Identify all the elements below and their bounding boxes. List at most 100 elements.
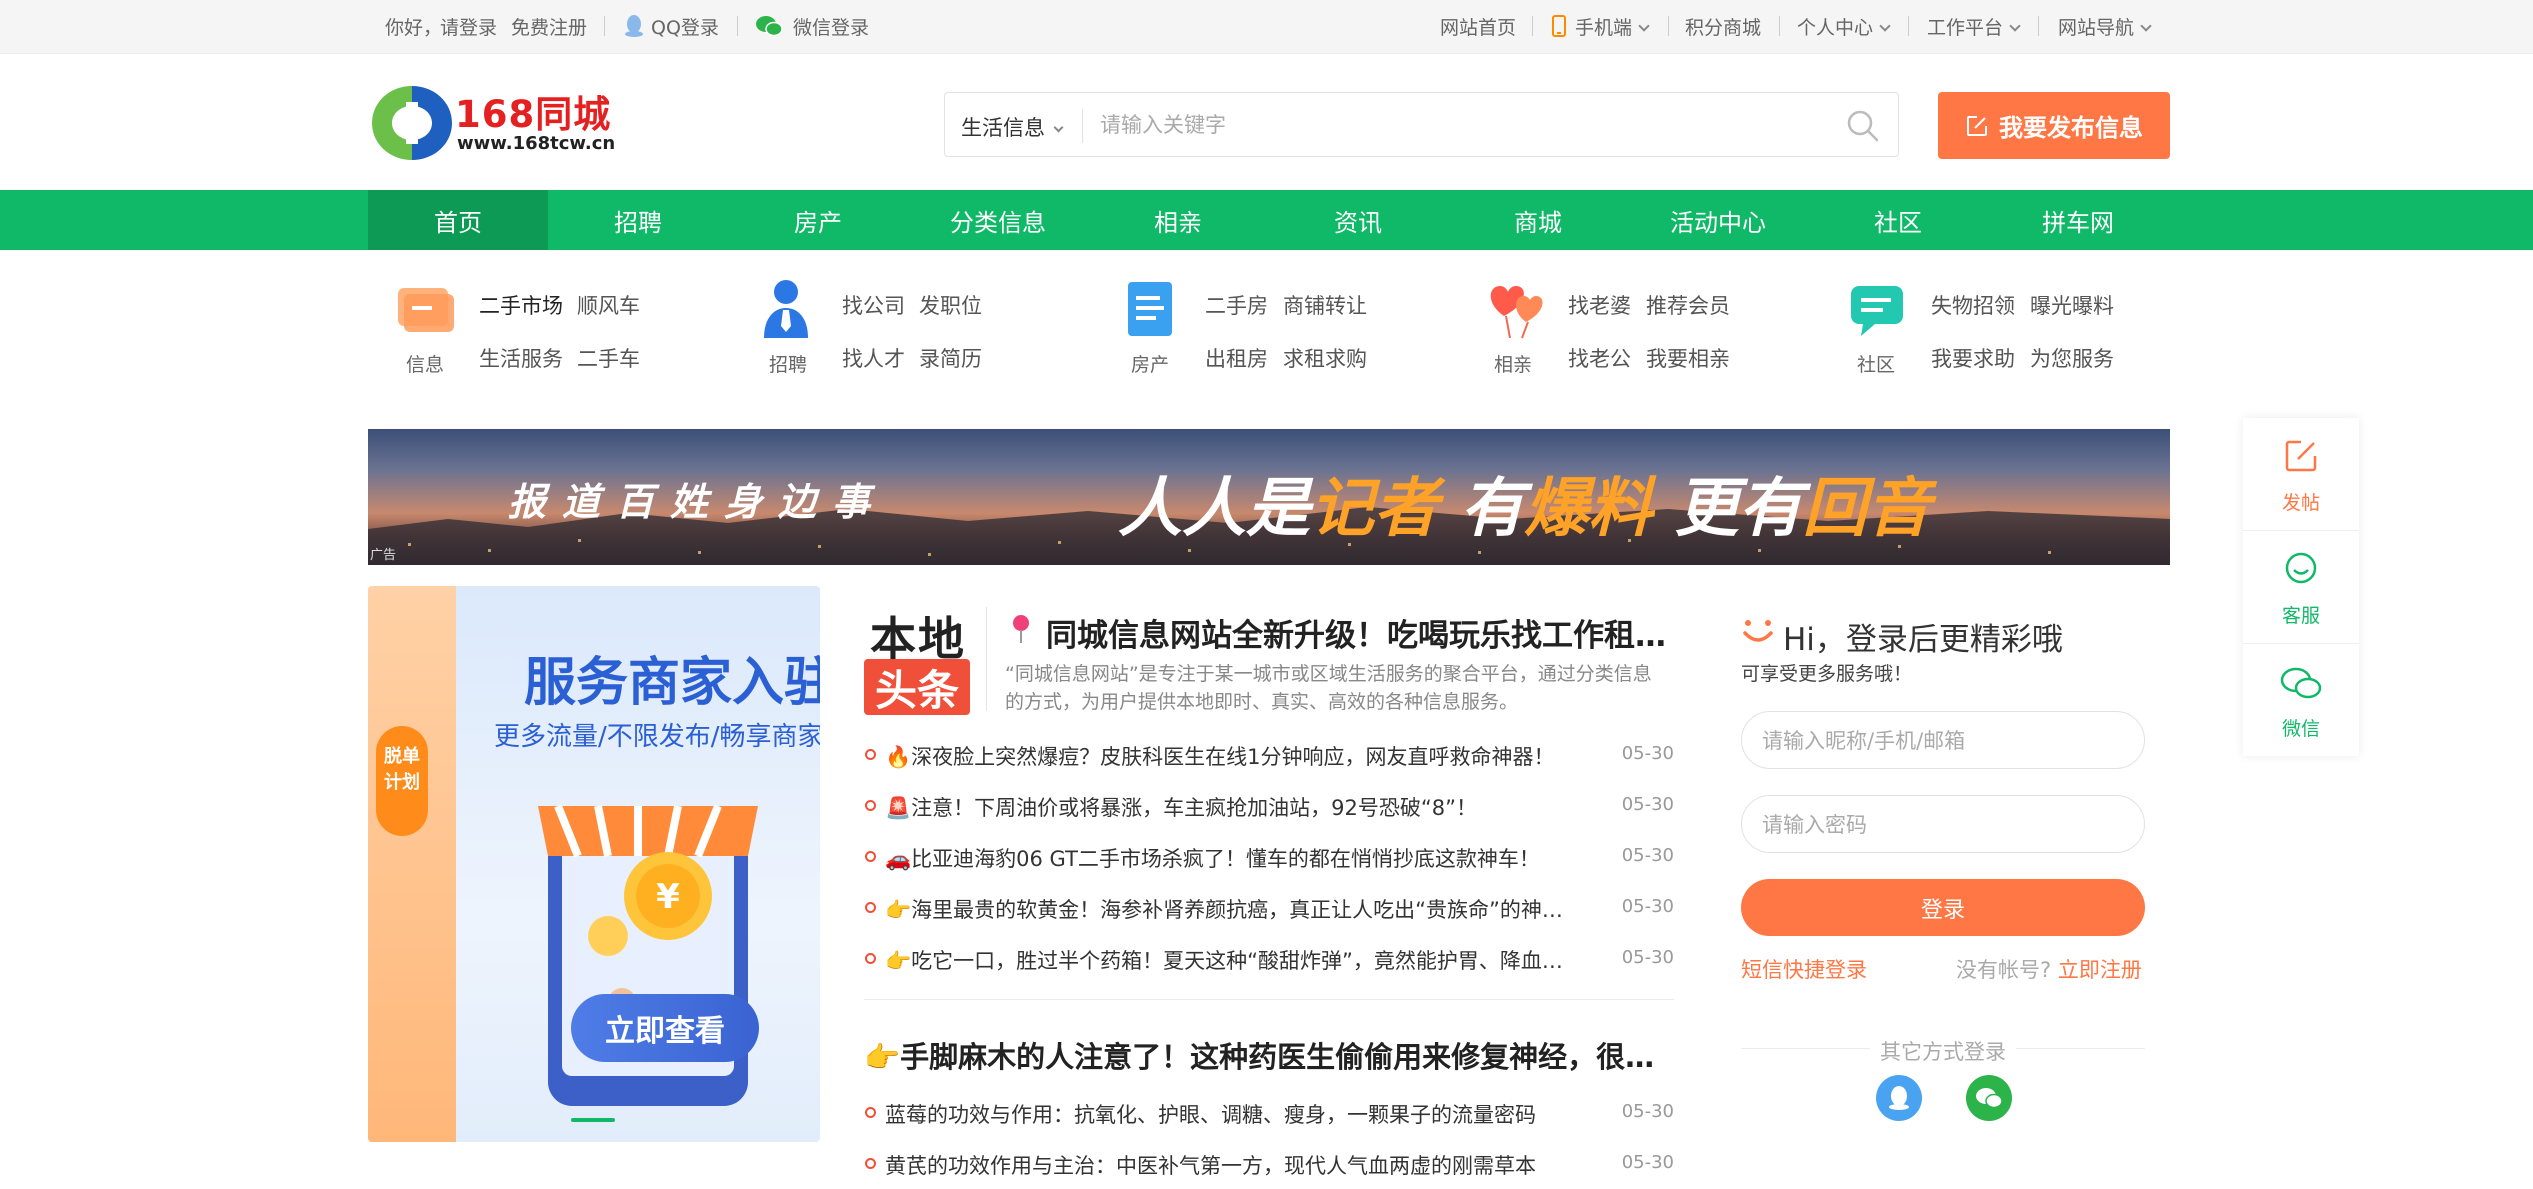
document-icon[interactable] — [1122, 280, 1178, 340]
wechat-login-link[interactable]: 微信登录 — [793, 13, 869, 40]
news-item[interactable]: 🚗比亚迪海豹06 GT二手市场杀疯了！懂车的都在悄悄抄底这款神车！ 05-30 — [864, 843, 1674, 873]
nav-item-jobs[interactable]: 招聘 — [548, 190, 728, 250]
quick-link[interactable]: 曝光曝料 — [2030, 290, 2114, 320]
promo-cta-button[interactable]: 立即查看 — [571, 994, 759, 1062]
info-icon[interactable] — [396, 282, 456, 336]
nav-item-home[interactable]: 首页 — [368, 190, 548, 250]
quick-link[interactable]: 发职位 — [919, 290, 982, 320]
quick-link[interactable]: 为您服务 — [2030, 343, 2114, 373]
quick-link[interactable]: 我要相亲 — [1646, 343, 1730, 373]
shop-phone-illustration: ¥ — [538, 804, 758, 1106]
qq-login-link[interactable]: QQ登录 — [651, 13, 719, 40]
quick-link[interactable]: 二手市场 — [479, 290, 563, 320]
points-mall-link[interactable]: 积分商城 — [1685, 13, 1761, 40]
qq-login-button[interactable] — [1876, 1075, 1922, 1121]
personal-center-menu[interactable]: 个人中心 — [1797, 13, 1891, 40]
nav-item-dating[interactable]: 相亲 — [1088, 190, 1268, 250]
bullet-icon — [865, 1158, 876, 1169]
chevron-down-icon — [1053, 122, 1064, 133]
sms-login-link[interactable]: 短信快捷登录 — [1741, 954, 1867, 984]
side-service-button[interactable]: 客服 — [2243, 531, 2359, 644]
logo-text: 168同城 — [455, 93, 612, 136]
second-headline[interactable]: 👉手脚麻木的人注意了！这种药医生偷偷用来修复神经，很多人都不知道 — [864, 1034, 1674, 1076]
quick-link[interactable]: 找老公 — [1568, 343, 1631, 373]
quick-link[interactable]: 二手房 — [1205, 290, 1268, 320]
nav-item-realestate[interactable]: 房产 — [728, 190, 908, 250]
divider — [604, 16, 605, 36]
news-item-date: 05-30 — [1621, 845, 1674, 866]
nav-item-carpool[interactable]: 拼车网 — [1988, 190, 2168, 250]
search-category-select[interactable]: 生活信息 — [961, 112, 1064, 142]
news-item-text: 海里最贵的软黄金！海参补肾养颜抗癌，真正让人吃出“贵族命”的神物！ — [911, 898, 1580, 922]
quick-group-label-realestate: 房产 — [1130, 354, 1169, 376]
news-item-text: 蓝莓的功效与作用：抗氧化、护眼、调糖、瘦身，一颗果子的流量密码 — [885, 1103, 1536, 1127]
smile-icon — [1741, 617, 1775, 647]
side-service-label: 客服 — [2281, 605, 2320, 627]
promo-badge: 脱单计划 — [376, 726, 428, 836]
news-item-emoji: 🚗 — [885, 847, 912, 871]
news-item[interactable]: 蓝莓的功效与作用：抗氧化、护眼、调糖、瘦身，一颗果子的流量密码 05-30 — [864, 1099, 1674, 1129]
news-item[interactable]: 👉吃它一口，胜过半个药箱！夏天这种“酸甜炸弹”，竟然能护胃、降血糖、抗衰老！ 0… — [864, 945, 1674, 975]
nav-item-classifieds[interactable]: 分类信息 — [908, 190, 1088, 250]
personal-center-label: 个人中心 — [1797, 17, 1874, 39]
quick-link[interactable]: 我要求助 — [1931, 343, 2015, 373]
nav-item-events[interactable]: 活动中心 — [1628, 190, 1808, 250]
news-item[interactable]: 👉海里最贵的软黄金！海参补肾养颜抗癌，真正让人吃出“贵族命”的神物！ 05-30 — [864, 894, 1674, 924]
logo-icon[interactable] — [368, 80, 456, 166]
quick-link[interactable]: 找人才 — [842, 343, 905, 373]
side-post-button[interactable]: 发帖 — [2243, 418, 2359, 531]
top-headline[interactable]: 同城信息网站全新升级！吃喝玩乐找工作租房买车 — [1046, 610, 1668, 655]
balloon-hearts-icon[interactable] — [1482, 278, 1546, 340]
quick-link[interactable]: 商铺转让 — [1283, 290, 1367, 320]
quick-link[interactable]: 求租求购 — [1283, 343, 1367, 373]
login-button[interactable]: 登录 — [1741, 879, 2145, 936]
news-item[interactable]: 🔥深夜脸上突然爆痘？皮肤科医生在线1分钟响应，网友直呼救命神器！ 05-30 — [864, 741, 1674, 771]
quick-link[interactable]: 找公司 — [842, 290, 905, 320]
username-input[interactable] — [1760, 722, 2130, 760]
publish-button[interactable]: 我要发布信息 — [1938, 92, 2170, 159]
quick-link[interactable]: 出租房 — [1205, 343, 1268, 373]
search-input[interactable] — [1098, 105, 1798, 145]
news-item-text: 注意！下周油价或将暴涨，车主疯抢加油站，92号恐破“8”！ — [911, 796, 1477, 820]
workbench-label: 工作平台 — [1927, 17, 2004, 39]
customer-service-icon — [2285, 552, 2317, 584]
site-home-link[interactable]: 网站首页 — [1440, 13, 1516, 40]
password-input[interactable] — [1760, 806, 2130, 844]
password-field — [1741, 795, 2145, 853]
workbench-menu[interactable]: 工作平台 — [1927, 13, 2021, 40]
news-item[interactable]: 🚨注意！下周油价或将暴涨，车主疯抢加油站，92号恐破“8”！ 05-30 — [864, 792, 1674, 822]
ad-banner[interactable]: 报道百姓身边事 人人是记者 有爆料 更有回音 广告 — [368, 429, 2170, 565]
wechat-login-button[interactable] — [1966, 1075, 2012, 1121]
search-box: 生活信息 — [944, 92, 1899, 157]
side-wechat-button[interactable]: 微信 — [2243, 644, 2359, 757]
chevron-down-icon — [1879, 20, 1891, 32]
search-icon[interactable] — [1846, 109, 1880, 143]
mobile-menu[interactable]: 手机端 — [1575, 13, 1650, 40]
chevron-down-icon — [2140, 20, 2152, 32]
edit-icon — [2285, 440, 2317, 472]
logo-url: www.168tcw.cn — [457, 133, 616, 154]
jobs-person-icon[interactable] — [758, 276, 814, 342]
news-item[interactable]: 黄芪的功效作用与主治：中医补气第一方，现代人气血两虚的刚需草本 05-30 — [864, 1150, 1674, 1180]
wechat-icon — [1976, 1088, 2003, 1109]
news-item-date: 05-30 — [1621, 1152, 1674, 1173]
quick-link[interactable]: 找老婆 — [1568, 290, 1631, 320]
carousel-dot-active[interactable] — [571, 1118, 615, 1122]
promo-card[interactable]: 脱单计划 服务商家入驻 更多流量/不限发布/畅享商家 ¥ 立即查看 — [368, 586, 820, 1142]
quick-link[interactable]: 失物招领 — [1931, 290, 2015, 320]
nav-item-community[interactable]: 社区 — [1808, 190, 1988, 250]
login-link[interactable]: 请登录 — [440, 13, 497, 40]
register-now-link[interactable]: 立即注册 — [2058, 958, 2142, 982]
quick-link[interactable]: 顺风车 — [577, 290, 640, 320]
site-nav-menu[interactable]: 网站导航 — [2058, 13, 2152, 40]
nav-item-mall[interactable]: 商城 — [1448, 190, 1628, 250]
quick-link[interactable]: 录简历 — [919, 343, 982, 373]
quick-link[interactable]: 推荐会员 — [1646, 290, 1730, 320]
register-link[interactable]: 免费注册 — [511, 13, 587, 40]
headline-logo-bottom: 头条 — [864, 659, 970, 715]
nav-item-news[interactable]: 资讯 — [1268, 190, 1448, 250]
quick-link[interactable]: 生活服务 — [479, 343, 563, 373]
quick-link[interactable]: 二手车 — [577, 343, 640, 373]
ad-tag: 广告 — [370, 548, 397, 563]
chat-bubble-icon[interactable] — [1847, 282, 1907, 338]
